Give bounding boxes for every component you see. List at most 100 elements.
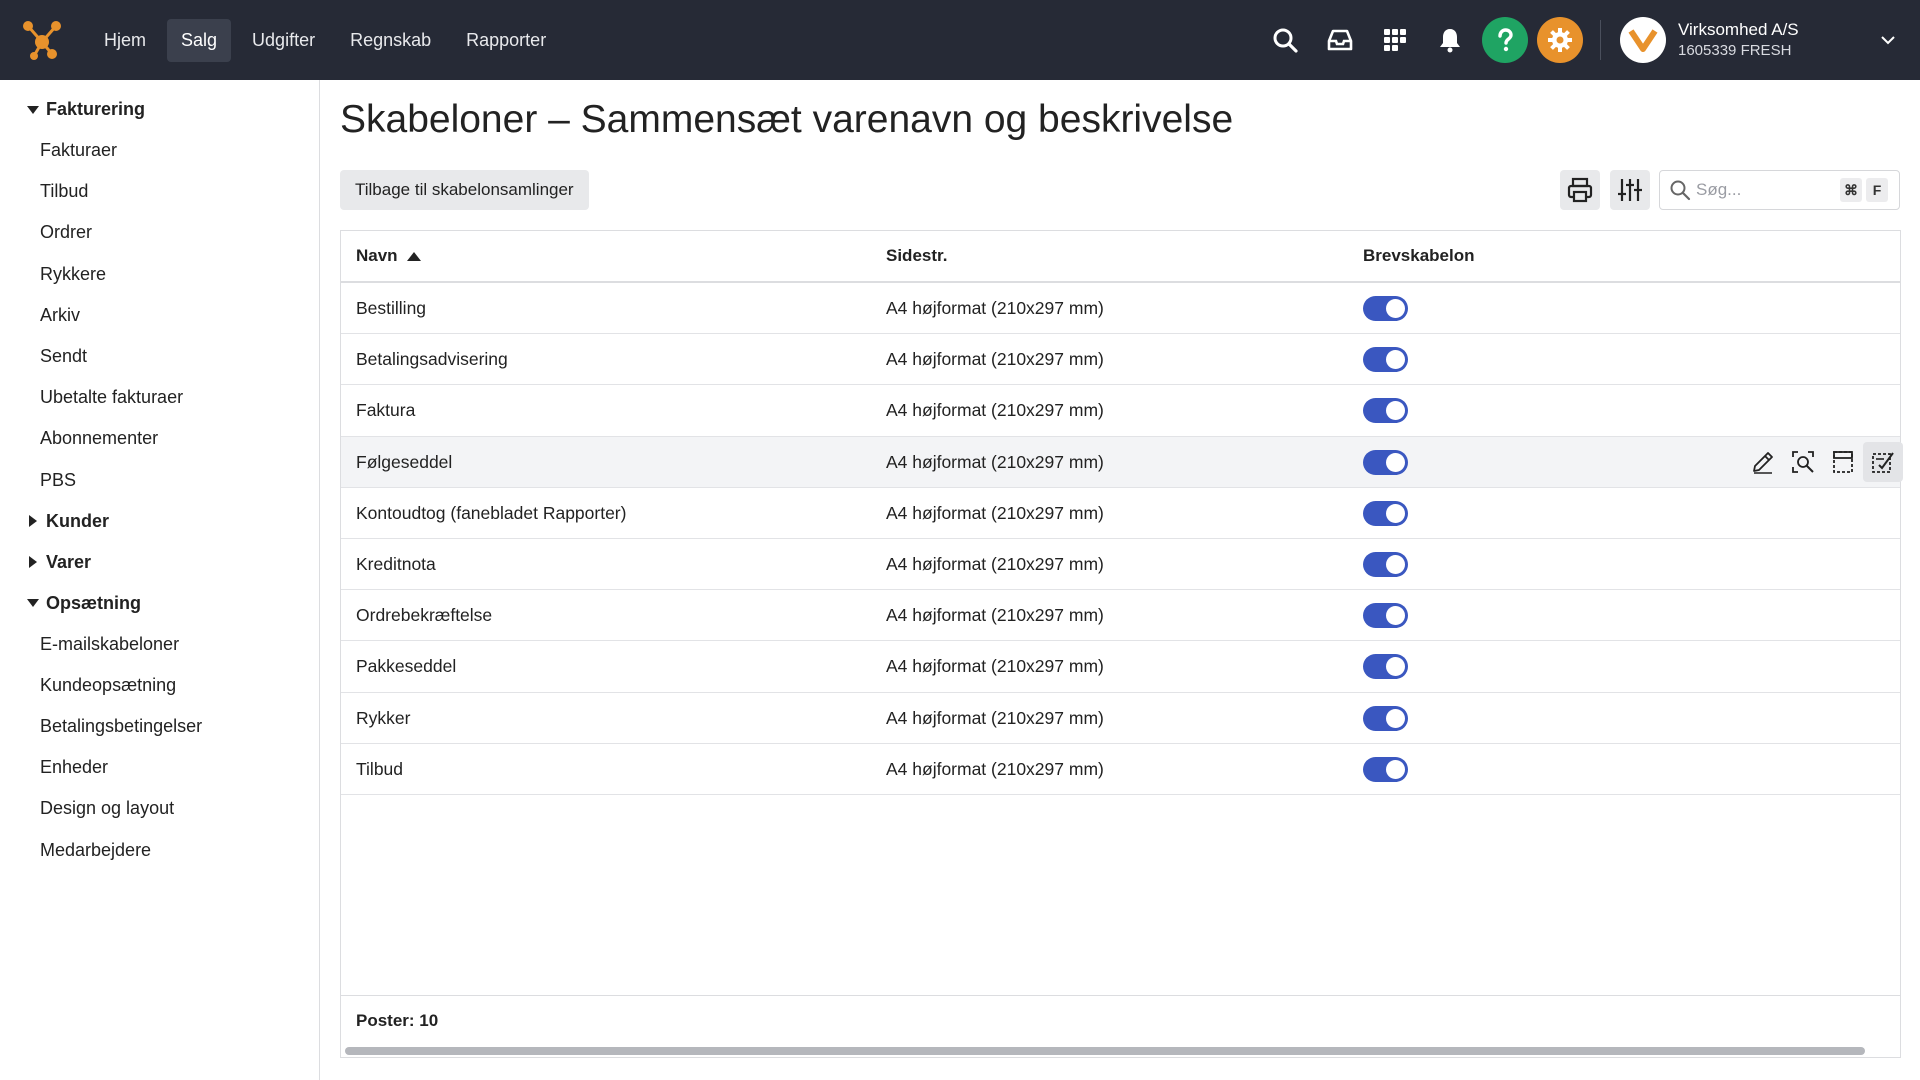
cell-name: Følgeseddel [356, 451, 453, 472]
letter-template-toggle[interactable] [1363, 500, 1408, 526]
sidebar-item-design-og-layout[interactable]: Design og layout [0, 788, 319, 829]
nav-item-rapporter[interactable]: Rapporter [452, 19, 560, 62]
compose-icon[interactable] [1863, 441, 1903, 482]
cell-name: Faktura [356, 400, 416, 421]
templates-table: Navn Sidestr. Brevskabelon Bestilling A4… [340, 230, 1903, 1058]
table-row[interactable]: Tilbud A4 højformat (210x297 mm) [341, 744, 1900, 795]
help-icon[interactable] [1482, 17, 1528, 63]
inbox-icon[interactable] [1317, 17, 1363, 63]
sidebar-group-varer[interactable]: Varer [0, 542, 319, 583]
sidebar-item-medarbejdere[interactable]: Medarbejdere [0, 830, 319, 871]
sidebar-group-opsaetning[interactable]: Opsætning [0, 583, 319, 624]
letter-template-toggle[interactable] [1363, 654, 1408, 680]
sidebar-item-ordrer[interactable]: Ordrer [0, 212, 319, 253]
table-row[interactable]: Bestilling A4 højformat (210x297 mm) [341, 283, 1900, 335]
row-actions [1743, 441, 1903, 482]
search-icon[interactable] [1262, 17, 1308, 63]
cell-name: Pakkeseddel [356, 656, 457, 677]
column-settings-button[interactable] [1610, 170, 1650, 210]
cell-page-size: A4 højformat (210x297 mm) [886, 400, 1104, 421]
sidebar-item-fakturaer[interactable]: Fakturaer [0, 130, 319, 171]
top-divider [1600, 20, 1601, 60]
main-nav: Hjem Salg Udgifter Regnskab Rapporter [90, 0, 567, 80]
company-avatar [1620, 17, 1666, 63]
preview-icon[interactable] [1783, 442, 1823, 482]
edit-icon[interactable] [1743, 442, 1783, 482]
horizontal-scrollbar[interactable] [345, 1047, 1865, 1055]
search-box: ⌘ F [1659, 170, 1900, 210]
sidebar-group-fakturering[interactable]: Fakturering [0, 89, 319, 130]
cell-page-size: A4 højformat (210x297 mm) [886, 656, 1104, 677]
letter-template-toggle[interactable] [1363, 449, 1408, 475]
sidebar-item-e-mailskabeloner[interactable]: E-mailskabeloner [0, 624, 319, 665]
company-id: 1605339 FRESH [1678, 42, 1792, 59]
print-button[interactable] [1560, 170, 1600, 210]
cell-page-size: A4 højformat (210x297 mm) [886, 707, 1104, 728]
shortcut-key-cmd: ⌘ [1840, 178, 1862, 202]
layout-icon[interactable] [1823, 442, 1863, 482]
cell-name: Kreditnota [356, 553, 436, 574]
sort-ascending-icon [406, 252, 421, 261]
record-count: Poster: 10 [356, 1011, 439, 1030]
cell-name: Tilbud [356, 758, 404, 779]
sidebar-item-enheder[interactable]: Enheder [0, 747, 319, 788]
chevron-down-icon [1881, 36, 1895, 45]
sidebar-item-betalingsbetingelser[interactable]: Betalingsbetingelser [0, 706, 319, 747]
company-switcher[interactable]: Virksomhed A/S 1605339 FRESH [1620, 0, 1910, 80]
nav-item-udgifter[interactable]: Udgifter [238, 19, 329, 62]
cell-name: Kontoudtog (fanebladet Rapporter) [356, 502, 627, 523]
sidebar-item-kundeopsaetning[interactable]: Kundeopsætning [0, 665, 319, 706]
table-row[interactable]: Kreditnota A4 højformat (210x297 mm) [341, 539, 1900, 591]
bell-icon[interactable] [1427, 17, 1473, 63]
sidebar-item-pbs[interactable]: PBS [0, 460, 319, 501]
cell-page-size: A4 højformat (210x297 mm) [886, 451, 1104, 472]
cell-page-size: A4 højformat (210x297 mm) [886, 553, 1104, 574]
nav-item-regnskab[interactable]: Regnskab [336, 19, 445, 62]
cell-name: Betalingsadvisering [356, 349, 508, 370]
nav-item-salg[interactable]: Salg [167, 18, 232, 62]
table-row[interactable]: Betalingsadvisering A4 højformat (210x29… [341, 334, 1900, 386]
table-row[interactable]: Følgeseddel A4 højformat (210x297 mm) [341, 436, 1903, 488]
table-row[interactable]: Rykker A4 højformat (210x297 mm) [341, 693, 1900, 744]
cell-page-size: A4 højformat (210x297 mm) [886, 605, 1104, 626]
settings-icon[interactable] [1537, 17, 1583, 63]
sidebar-item-ubetalte-fakturaer[interactable]: Ubetalte fakturaer [0, 377, 319, 418]
cell-page-size: A4 højformat (210x297 mm) [886, 349, 1104, 370]
caret-right-icon [29, 556, 37, 569]
sidebar-item-rykkere[interactable]: Rykkere [0, 254, 319, 295]
sidebar-item-tilbud[interactable]: Tilbud [0, 171, 319, 212]
letter-template-toggle[interactable] [1363, 347, 1408, 373]
table-row[interactable]: Ordrebekræftelse A4 højformat (210x297 m… [341, 590, 1900, 642]
sliders-icon [1618, 179, 1642, 201]
cell-page-size: A4 højformat (210x297 mm) [886, 298, 1104, 318]
letter-template-toggle[interactable] [1363, 551, 1408, 577]
column-header-navn[interactable]: Navn [356, 246, 422, 266]
sidebar-item-abonnementer[interactable]: Abonnementer [0, 418, 319, 459]
caret-down-icon [27, 105, 39, 114]
letter-template-toggle[interactable] [1363, 756, 1408, 782]
apps-grid-icon[interactable] [1372, 17, 1418, 63]
letter-template-toggle[interactable] [1363, 603, 1408, 629]
letter-template-toggle[interactable] [1363, 398, 1408, 424]
back-to-template-collections-button[interactable]: Tilbage til skabelonsamlinger [340, 170, 589, 210]
table-row[interactable]: Faktura A4 højformat (210x297 mm) [341, 385, 1900, 437]
top-bar: Hjem Salg Udgifter Regnskab Rapporter Vi… [0, 0, 1920, 80]
cell-name: Ordrebekræftelse [356, 605, 493, 626]
letter-template-toggle[interactable] [1363, 296, 1408, 321]
sidebar-group-kunder[interactable]: Kunder [0, 501, 319, 542]
caret-right-icon [29, 515, 37, 528]
search-input[interactable] [1696, 180, 1836, 200]
app-logo-icon[interactable] [20, 18, 64, 62]
shortcut-key-f: F [1866, 178, 1888, 202]
table-row[interactable]: Kontoudtog (fanebladet Rapporter) A4 høj… [341, 488, 1900, 539]
main-content: Skabeloner – Sammensæt varenavn og beskr… [320, 80, 1920, 1080]
nav-item-hjem[interactable]: Hjem [90, 19, 160, 62]
sidebar-item-arkiv[interactable]: Arkiv [0, 295, 319, 336]
table-row[interactable]: Pakkeseddel A4 højformat (210x297 mm) [341, 641, 1900, 693]
column-header-sidestr[interactable]: Sidestr. [886, 246, 947, 266]
letter-template-toggle[interactable] [1363, 705, 1408, 731]
column-header-brevskabelon[interactable]: Brevskabelon [1363, 246, 1475, 266]
sidebar: Fakturering Fakturaer Tilbud Ordrer Rykk… [0, 80, 320, 1080]
sidebar-item-sendt[interactable]: Sendt [0, 336, 319, 377]
search-icon [1670, 180, 1691, 201]
